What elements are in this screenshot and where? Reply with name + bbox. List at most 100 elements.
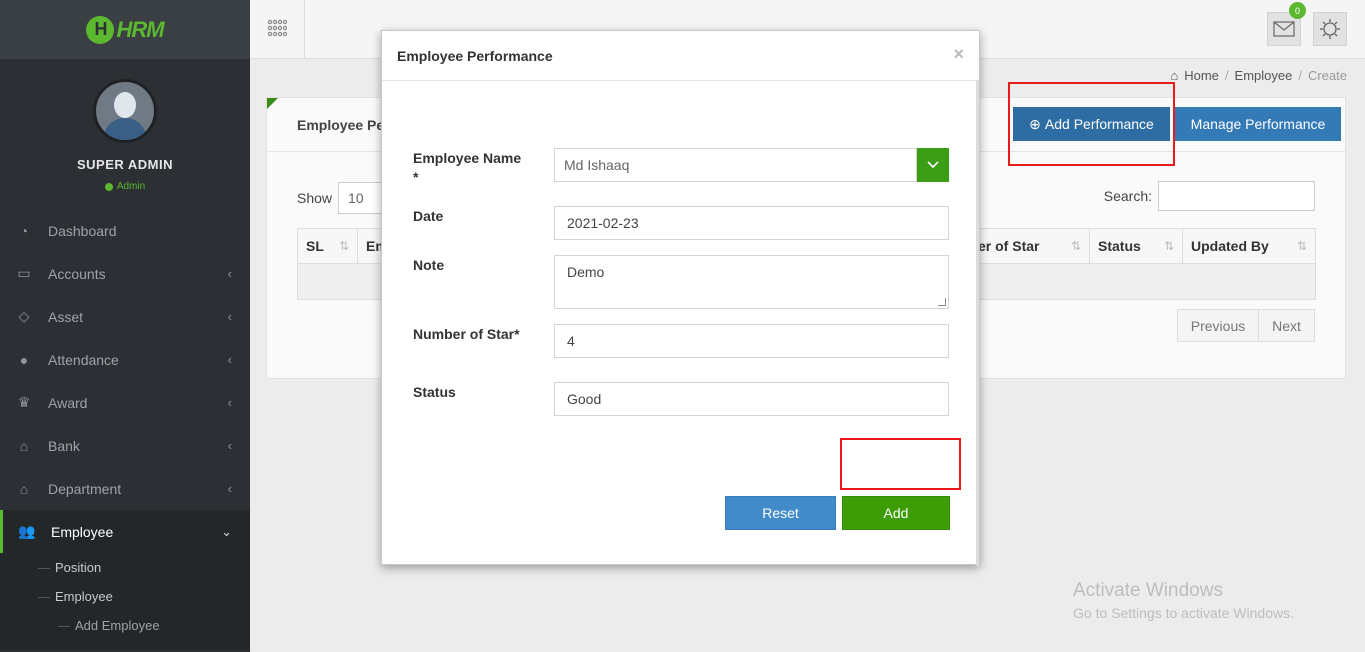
sidebar-item-asset[interactable]: ◇ Asset ‹ — [0, 295, 250, 338]
table-search: Search: — [1104, 181, 1315, 211]
chevron-left-icon: ‹ — [227, 438, 232, 453]
bank-icon: ⌂ — [19, 437, 29, 454]
breadcrumb-separator: / — [1224, 68, 1229, 83]
profile-name: SUPER ADMIN — [76, 157, 174, 172]
highlight-box — [1008, 82, 1175, 166]
page-length-control: Show 10 — [297, 182, 389, 214]
close-icon[interactable]: × — [953, 44, 964, 65]
note-value: Demo — [567, 264, 605, 280]
search-input[interactable] — [1158, 181, 1315, 211]
column-label: er of Star — [978, 238, 1040, 254]
sidebar-item-award[interactable]: ♛ Award ‹ — [0, 381, 250, 424]
note-label: Note — [413, 257, 445, 273]
highlight-box — [840, 438, 961, 490]
chevron-left-icon: ‹ — [227, 309, 232, 324]
profile-role: Admin — [0, 181, 250, 192]
manage-performance-button[interactable]: Manage Performance — [1175, 107, 1341, 141]
user-icon: ● — [19, 351, 29, 368]
reset-button[interactable]: Reset — [725, 496, 836, 530]
submenu-item-add-employee[interactable]: Add Employee — [0, 611, 250, 640]
sidebar-item-dashboard[interactable]: ◔ Dashboard — [0, 209, 250, 252]
sidebar-item-employee[interactable]: 👥 Employee ⌄ — [0, 510, 250, 553]
diamond-icon: ◇ — [18, 308, 30, 324]
employee-name-label: Employee Name * — [413, 150, 522, 185]
status-field[interactable]: Good — [554, 382, 949, 416]
building-icon: ⌂ — [19, 480, 29, 497]
note-textarea[interactable]: Demo — [554, 255, 949, 309]
sidebar-item-department[interactable]: ⌂ Department ‹ — [0, 467, 250, 510]
stars-label: Number of Star* — [413, 326, 520, 342]
resize-handle-icon[interactable] — [938, 298, 946, 306]
watermark-subtitle: Go to Settings to activate Windows. — [1073, 605, 1294, 621]
employee-name-select[interactable]: Md Ishaaq — [554, 148, 917, 182]
pagination: Previous Next — [1177, 309, 1315, 342]
modal-header: Employee Performance × — [382, 31, 979, 81]
logo-mark: H — [86, 15, 115, 44]
trophy-icon: ♛ — [17, 394, 31, 410]
chevron-down-icon[interactable] — [917, 148, 949, 182]
sidebar-item-label: Dashboard — [48, 222, 117, 239]
apps-grid-icon[interactable] — [250, 0, 305, 58]
column-header-updated-by[interactable]: Updated By ⇅ — [1183, 229, 1315, 263]
logo-text: HRM — [116, 16, 164, 42]
breadcrumb-current: Create — [1307, 68, 1347, 83]
sidebar-item-label: Bank — [48, 437, 80, 454]
home-icon: ⌂ — [1170, 68, 1179, 83]
dashboard-icon: ◔ — [19, 222, 29, 239]
employee-submenu: Position Employee Add Employee — [0, 553, 250, 650]
search-label: Search: — [1103, 188, 1152, 204]
chevron-left-icon: ‹ — [227, 352, 232, 367]
app-logo[interactable]: H HRM — [86, 15, 165, 44]
breadcrumb-section[interactable]: Employee — [1235, 68, 1293, 83]
chevron-down-icon: ⌄ — [221, 523, 232, 539]
column-header-sl[interactable]: SL ⇅ — [298, 229, 358, 263]
sort-icon: ⇅ — [338, 239, 349, 253]
scrollbar[interactable] — [976, 81, 979, 566]
briefcase-icon: ▭ — [17, 265, 31, 281]
column-header-number-of-star[interactable]: er of Star ⇅ — [978, 229, 1090, 263]
previous-page-button[interactable]: Previous — [1177, 309, 1259, 342]
sidebar-item-accounts[interactable]: ▭ Accounts ‹ — [0, 252, 250, 295]
chevron-left-icon: ‹ — [227, 481, 232, 496]
sidebar-item-label: Attendance — [48, 351, 119, 368]
stars-field[interactable]: 4 — [554, 324, 949, 358]
sidebar-item-label: Accounts — [48, 265, 106, 282]
watermark-title: Activate Windows — [1073, 580, 1223, 601]
column-label: SL — [306, 238, 324, 254]
sidebar-item-label: Asset — [48, 308, 84, 325]
mail-icon[interactable]: 0 — [1267, 2, 1306, 46]
sort-icon: ⇅ — [1070, 239, 1081, 253]
sidebar-item-label: Award — [48, 394, 88, 411]
date-label: Date — [413, 208, 444, 224]
sidebar-item-label: Department — [48, 480, 122, 497]
sort-icon: ⇅ — [1296, 239, 1307, 253]
sidebar: H HRM SUPER ADMIN Admin ◔ Dashboard ▭ Ac… — [0, 0, 250, 652]
windows-activation-watermark: Activate Windows Go to Settings to activ… — [1073, 580, 1294, 621]
add-button[interactable]: Add — [842, 496, 950, 530]
sidebar-item-attendance[interactable]: ● Attendance ‹ — [0, 338, 250, 381]
profile-role-label: Admin — [116, 181, 146, 192]
top-icons: 0 — [1267, 0, 1365, 58]
users-icon: 👥 — [18, 523, 36, 539]
submenu-item-employee[interactable]: Employee — [0, 582, 250, 611]
column-label: Updated By — [1191, 238, 1269, 254]
submenu-item-position[interactable]: Position — [0, 553, 250, 582]
avatar[interactable] — [93, 79, 157, 143]
sidebar-menu: ◔ Dashboard ▭ Accounts ‹ ◇ Asset ‹ ● Att… — [0, 209, 250, 553]
chevron-left-icon: ‹ — [227, 395, 232, 410]
online-status-icon — [104, 182, 113, 191]
mail-count-badge: 0 — [1289, 2, 1306, 19]
breadcrumb: ⌂ Home / Employee / Create — [1170, 68, 1347, 83]
settings-gear-icon[interactable] — [1313, 12, 1347, 46]
next-page-button[interactable]: Next — [1259, 309, 1315, 342]
user-profile: SUPER ADMIN Admin — [0, 59, 250, 209]
breadcrumb-separator: / — [1298, 68, 1302, 83]
sidebar-item-bank[interactable]: ⌂ Bank ‹ — [0, 424, 250, 467]
modal-title: Employee Performance — [397, 47, 553, 64]
breadcrumb-home[interactable]: Home — [1184, 68, 1219, 83]
chevron-left-icon: ‹ — [227, 266, 232, 281]
column-header-status[interactable]: Status ⇅ — [1090, 229, 1183, 263]
sort-icon: ⇅ — [1163, 239, 1174, 253]
date-field[interactable]: 2021-02-23 — [554, 206, 949, 240]
sidebar-item-label: Employee — [51, 523, 114, 540]
